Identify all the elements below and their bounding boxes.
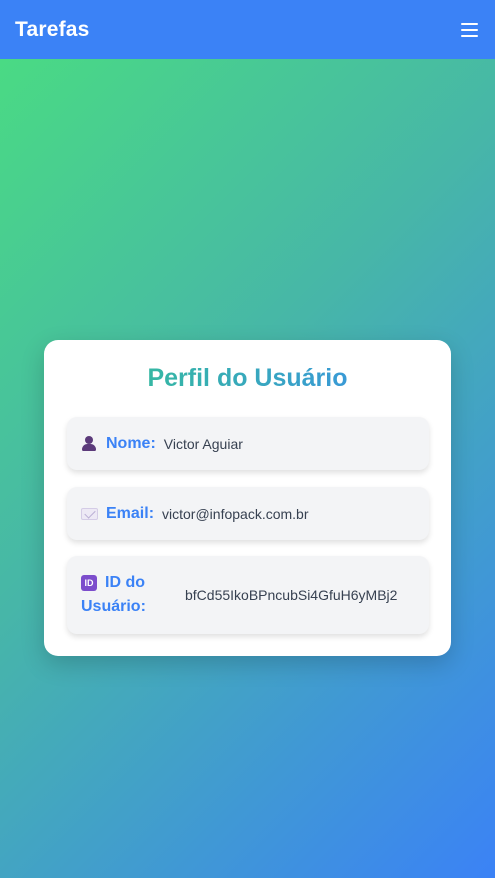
- email-field: Email: victor@infopack.com.br: [67, 487, 429, 540]
- email-label: Email:: [106, 504, 155, 522]
- hamburger-menu-icon[interactable]: [460, 22, 480, 38]
- profile-card: Perfil do Usuário Nome: Victor Aguiar Em…: [44, 340, 451, 656]
- name-value: Victor Aguiar: [163, 435, 243, 452]
- id-icon: ID: [81, 575, 97, 591]
- name-field: Nome: Victor Aguiar: [67, 417, 429, 470]
- user-id-label-line1: ID do: [105, 574, 145, 591]
- user-id-value: bfCd55IkoBPncubSi4GfuH6yMBj2: [185, 587, 398, 603]
- user-id-field: ID ID do Usuário: bfCd55IkoBPncubSi4GfuH…: [67, 556, 429, 634]
- name-label: Nome:: [106, 434, 156, 452]
- email-value: victor@infopack.com.br: [162, 505, 309, 522]
- user-id-label-group: ID ID do Usuário:: [81, 574, 171, 616]
- user-id-label-line2: Usuário:: [81, 598, 146, 615]
- menu-line: [461, 28, 478, 31]
- profile-title: Perfil do Usuário: [66, 362, 429, 394]
- menu-line: [461, 22, 478, 25]
- menu-line: [461, 34, 478, 37]
- top-navbar: Tarefas: [0, 0, 495, 59]
- envelope-icon: [81, 507, 98, 520]
- person-icon: [81, 435, 97, 452]
- brand-title[interactable]: Tarefas: [15, 18, 90, 42]
